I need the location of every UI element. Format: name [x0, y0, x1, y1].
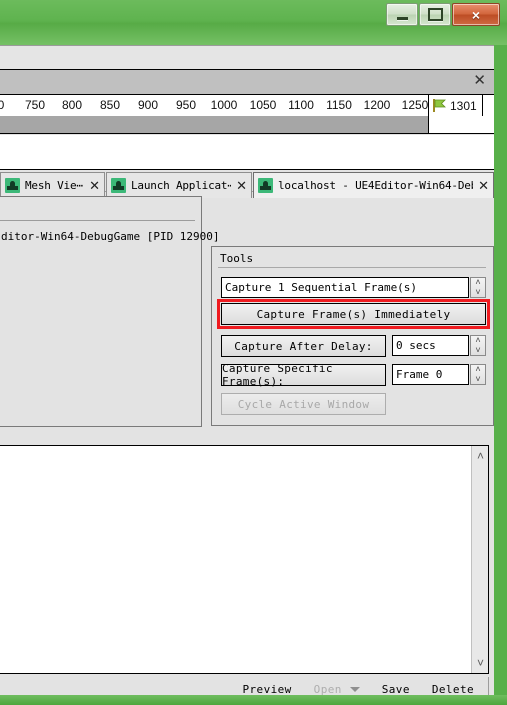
window-controls: ×: [385, 3, 500, 26]
cycle-active-window-label: Cycle Active Window: [237, 397, 370, 411]
capture-delay-value: 0 secs: [396, 339, 436, 352]
minimize-button[interactable]: [386, 3, 418, 26]
capture-icon: [111, 178, 126, 193]
capture-action-bar: Preview Open Save Delete: [0, 677, 489, 696]
ruler-tick: 1150: [326, 98, 352, 112]
stepper-down-icon[interactable]: ˅: [471, 288, 485, 297]
stepper-down-icon[interactable]: ˅: [471, 375, 485, 384]
sequential-frames-stepper[interactable]: ˄ ˅: [470, 277, 486, 298]
tab-label: Mesh Vie⋯: [25, 179, 83, 192]
capture-frames-immediately-button[interactable]: Capture Frame(s) Immediately: [221, 303, 486, 325]
maximize-icon: [427, 8, 443, 21]
scroll-up-icon[interactable]: ˄: [472, 448, 489, 464]
ruler-tick: 750: [24, 98, 46, 112]
capture-specific-frames-button[interactable]: Capture Specific Frame(s):: [221, 362, 386, 388]
tab-launch-application[interactable]: Launch Applicat⋯ ✕: [106, 172, 252, 198]
timeline-ruler[interactable]: 0 750 800 850 900 950 1000 1050 1100 115…: [0, 95, 494, 117]
panel-header-bar: ✕: [0, 70, 494, 95]
process-panel-divider: [0, 220, 195, 221]
frame-marker[interactable]: 1301: [428, 95, 483, 116]
ruler-tick: 1200: [363, 98, 391, 112]
ruler-tick: 900: [137, 98, 159, 112]
tab-close-icon[interactable]: ✕: [478, 178, 489, 194]
capture-delay-input[interactable]: 0 secs: [392, 335, 469, 356]
tab-close-icon[interactable]: ✕: [89, 178, 100, 194]
panel-close-icon[interactable]: ✕: [473, 73, 486, 89]
window-bottom-frame: [0, 695, 507, 705]
toolbar-strip: [0, 46, 494, 70]
cycle-active-window-button: Cycle Active Window: [221, 393, 386, 415]
minimize-icon: [396, 16, 408, 20]
capture-icon: [258, 178, 273, 193]
capture-frames-immediately-label: Capture Frame(s) Immediately: [256, 307, 451, 321]
capture-specific-value: Frame 0: [396, 368, 443, 381]
close-icon: ×: [471, 6, 481, 23]
process-panel: ditor-Win64-DebugGame [PID 12900]: [0, 196, 220, 427]
stepper-up-icon[interactable]: ˄: [471, 278, 485, 287]
maximize-button[interactable]: [419, 3, 451, 26]
client-area: ✕ 0 750 800 850 900 950 1000 1050 1100 1…: [0, 45, 494, 696]
frame-marker-label: 1301: [450, 98, 477, 113]
capture-list[interactable]: ˄ ˅: [0, 445, 489, 674]
capture-after-delay-button[interactable]: Capture After Delay:: [221, 335, 386, 357]
capture-after-delay-label: Capture After Delay:: [234, 339, 373, 353]
window-titlebar: ×: [0, 0, 507, 45]
tools-panel-rule: [218, 267, 486, 268]
stepper-down-icon[interactable]: ˅: [471, 346, 485, 355]
capture-specific-input[interactable]: Frame 0: [392, 364, 469, 385]
stepper-up-icon[interactable]: ˄: [471, 336, 485, 345]
chevron-down-icon[interactable]: [349, 687, 360, 692]
ruler-tick: 850: [99, 98, 121, 112]
tab-close-icon[interactable]: ✕: [236, 178, 247, 194]
capture-delay-stepper[interactable]: ˄ ˅: [470, 335, 486, 356]
tools-panel-title: Tools: [220, 252, 259, 265]
tab-mesh-view[interactable]: Mesh Vie⋯ ✕: [0, 172, 105, 198]
timeline-track-secondary[interactable]: [0, 135, 494, 170]
close-button[interactable]: ×: [452, 3, 500, 26]
application-window: × ✕ 0 750 800 850 900 950 1000 1050 1100…: [0, 0, 507, 705]
tab-label: Launch Applicat⋯: [131, 179, 232, 192]
capture-icon: [5, 178, 20, 193]
capture-specific-frames-label: Capture Specific Frame(s):: [222, 362, 333, 388]
ruler-tick: 1050: [249, 98, 277, 112]
capture-list-scrollbar[interactable]: ˄ ˅: [471, 446, 488, 673]
ruler-tick: 800: [61, 98, 83, 112]
sequential-frames-input[interactable]: Capture 1 Sequential Frame(s): [221, 277, 469, 298]
process-entry[interactable]: ditor-Win64-DebugGame [PID 12900]: [1, 230, 220, 243]
scroll-down-icon[interactable]: ˅: [472, 655, 489, 671]
timeline-track-fill: [0, 116, 429, 133]
ruler-tick: 1000: [210, 98, 238, 112]
stepper-up-icon[interactable]: ˄: [471, 365, 485, 374]
tab-strip: Mesh Vie⋯ ✕ Launch Applicat⋯ ✕ localhost…: [0, 172, 494, 199]
tab-localhost-ue4editor[interactable]: localhost - UE4Editor-Win64-Deb⋯ ✕: [253, 172, 494, 198]
ruler-tick: 950: [175, 98, 197, 112]
flag-icon: [432, 98, 447, 113]
capture-specific-stepper[interactable]: ˄ ˅: [470, 364, 486, 385]
timeline-track-primary[interactable]: [0, 116, 494, 134]
ruler-tick: 1100: [288, 98, 314, 112]
sequential-frames-value: Capture 1 Sequential Frame(s): [225, 281, 418, 294]
tab-label: localhost - UE4Editor-Win64-Deb⋯: [278, 179, 474, 192]
tools-panel: Tools Capture 1 Sequential Frame(s) ˄ ˅ …: [211, 246, 494, 426]
